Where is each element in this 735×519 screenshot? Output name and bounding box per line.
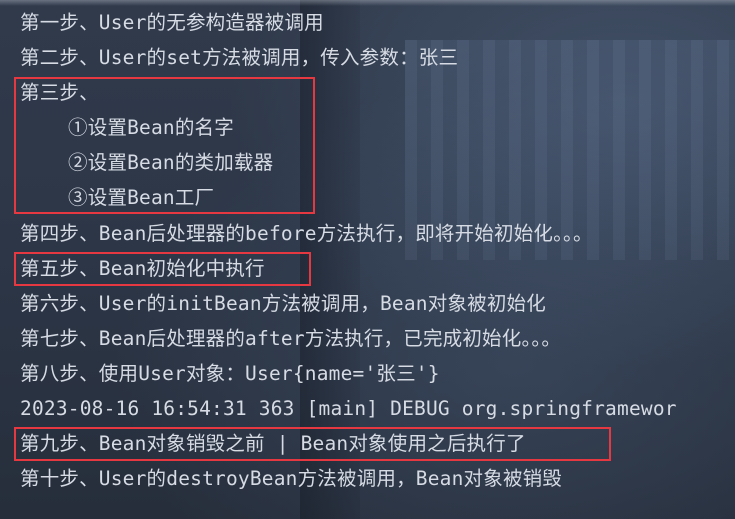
highlight-box-step-5 xyxy=(14,252,311,286)
log-line-step-2: 第二步、User的set方法被调用，传入参数：张三 xyxy=(20,46,459,69)
log-line-debug: 2023-08-16 16:54:31 363 [main] DEBUG org… xyxy=(20,397,677,420)
log-line-step-8: 第八步、使用User对象：User{name='张三'} xyxy=(20,362,440,385)
highlight-box-step-3 xyxy=(14,77,315,214)
log-line-step-1: 第一步、User的无参构造器被调用 xyxy=(20,11,324,34)
log-line-step-7: 第七步、Bean后处理器的after方法执行，已完成初始化。。。 xyxy=(20,327,562,350)
log-line-step-4: 第四步、Bean后处理器的before方法执行，即将开始初始化。。。 xyxy=(20,222,593,245)
log-line-step-10: 第十步、User的destroyBean方法被调用，Bean对象被销毁 xyxy=(20,467,563,490)
highlight-box-step-9 xyxy=(14,427,611,461)
log-line-step-6: 第六步、User的initBean方法被调用，Bean对象被初始化 xyxy=(20,292,546,315)
